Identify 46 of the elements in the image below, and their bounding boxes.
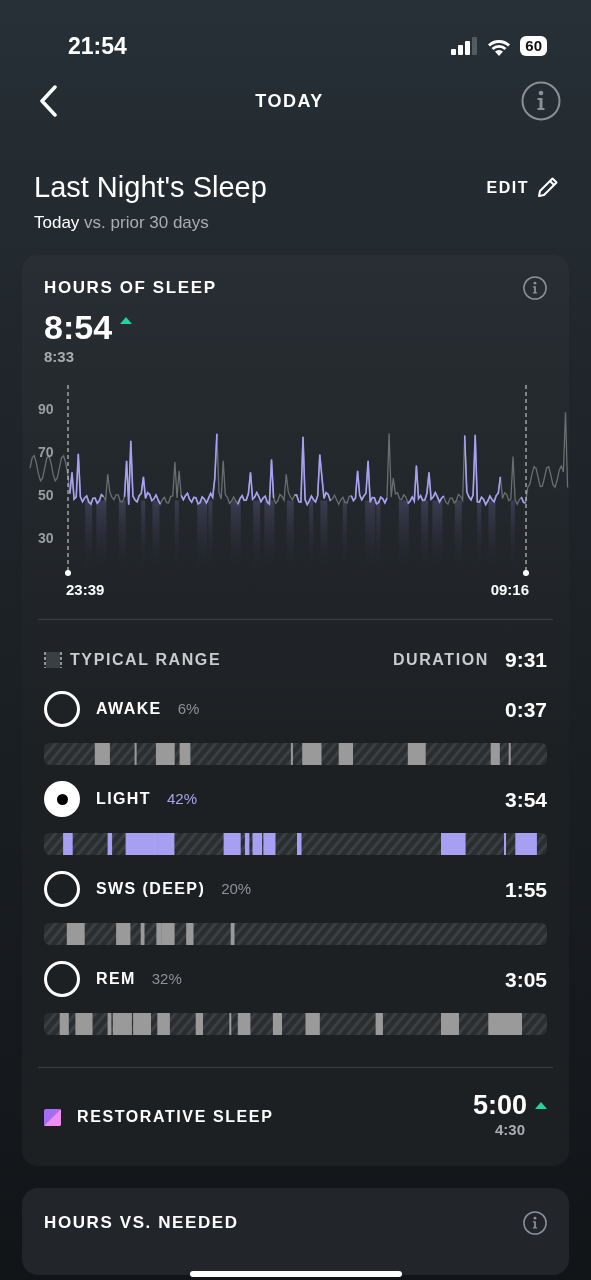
axis-tick-label: 50 (38, 486, 54, 503)
axis-tick-label: 70 (38, 443, 54, 460)
card-title: HOURS OF SLEEP (44, 277, 217, 300)
restorative-value: 5:00 (472, 1092, 527, 1120)
baseline-value: 8:33 (44, 347, 76, 368)
start-time: 23:39 (66, 580, 105, 598)
end-time: 09:16 (490, 580, 529, 598)
stage-name: SWS (DEEP) (96, 879, 206, 900)
stage-duration: 1:55 (504, 876, 547, 903)
stage-name: REM (96, 969, 136, 990)
info-icon[interactable] (523, 276, 547, 301)
stage-percent: 42% (167, 789, 198, 810)
info-icon[interactable] (523, 1210, 547, 1235)
battery-level: 60 (520, 36, 547, 56)
stage-radio[interactable] (44, 691, 80, 728)
edit-button[interactable]: EDIT (486, 176, 529, 200)
typical-range-icon (44, 651, 62, 668)
signal-icon (450, 37, 479, 55)
back-icon[interactable] (38, 85, 58, 117)
stage-radio[interactable] (44, 961, 80, 998)
stage-duration: 3:05 (504, 966, 547, 993)
duration-value: 9:31 (504, 646, 547, 673)
stage-duration: 0:37 (504, 696, 547, 723)
restorative-label: RESTORATIVE SLEEP (77, 1107, 274, 1128)
stage-name: LIGHT (96, 789, 151, 810)
legend-label: TYPICAL RANGE (70, 649, 222, 670)
sleep-hours-value: 8:54 (44, 308, 113, 347)
stage-percent: 6% (177, 699, 200, 720)
clock: 21:54 (68, 31, 127, 61)
stage-name: AWAKE (96, 699, 162, 720)
axis-tick-label: 30 (38, 529, 54, 546)
stage-radio[interactable] (44, 781, 80, 818)
section-title: Last Night's Sleep (34, 172, 267, 204)
info-icon[interactable] (521, 81, 561, 121)
pencil-icon[interactable] (537, 176, 559, 198)
comparison-subtitle: Today vs. prior 30 days (34, 211, 210, 234)
axis-tick-label: 90 (38, 400, 54, 417)
card-title: HOURS VS. NEEDED (44, 1211, 239, 1234)
stage-percent: 20% (221, 879, 252, 900)
stage-percent: 32% (151, 969, 182, 990)
stage-duration: 3:54 (504, 786, 547, 813)
restorative-icon (44, 1108, 61, 1126)
stage-radio[interactable] (44, 871, 80, 908)
page-title: TODAY (255, 89, 324, 113)
baseline-value: 4:30 (494, 1120, 525, 1141)
duration-label: DURATION (392, 649, 489, 670)
